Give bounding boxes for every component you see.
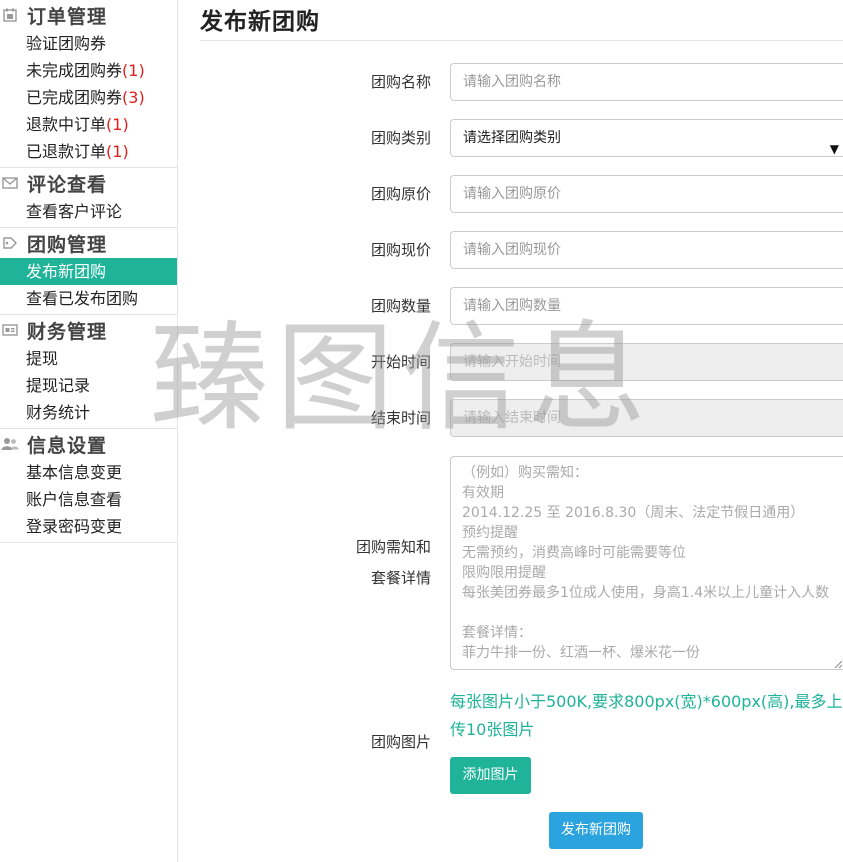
notes-placeholder-line: （例如）购买需知： [462,465,588,481]
category-label: 团购类别 [370,129,431,147]
notes-placeholder-line: 有效期 [462,485,504,501]
sidebar-item[interactable]: 退款中订单(1) [0,111,177,138]
envelope-icon [1,176,19,190]
sidebar-item[interactable]: 查看已发布团购 [0,285,177,312]
name-label: 团购名称 [370,73,431,91]
sidebar-group-spacer [0,540,177,542]
sidebar-item-count: (1) [106,142,129,161]
notes-label-line1: 团购需知和 [355,538,431,556]
sidebar: 订单管理 验证团购券 未完成团购券(1) 已完成团购券(3) 退款中订单(1) 已退款订单… [0,0,178,862]
sidebar-group-spacer [0,165,177,167]
notes-placeholder-line: 2014.12.25 至 2016.8.30（周末、法定节假日通用） [462,505,805,521]
original-price-label: 团购原价 [370,185,431,203]
sidebar-group: 评论查看查看客户评论 [0,168,177,228]
resize-handle-icon[interactable] [834,660,842,668]
sidebar-item[interactable]: 登录密码变更 [0,513,177,540]
sidebar-item-count: (3) [122,88,145,107]
sidebar-item[interactable]: 已退款订单(1) [0,138,177,165]
sidebar-item[interactable]: 发布新团购 [0,258,177,285]
sidebar-group-spacer [0,225,177,227]
sidebar-item-label: 验证团购券 [26,34,107,53]
notes-placeholder-line: 无需预约，消费高峰时可能需要等位 [462,545,686,561]
sidebar-item-label: 财务统计 [26,403,91,422]
quantity-input[interactable]: 请输入团购数量 [450,287,843,325]
quantity-label: 团购数量 [370,297,431,315]
current-price-input[interactable]: 请输入团购现价 [450,231,843,269]
notes-placeholder-line: 每张美团券最多1位成人使用，身高1.4米以上儿童计入人数 [462,585,830,601]
image-upload-hint: 每张图片小于500K,要求800px(宽)*600px(高),最多上传10张图片 [450,692,843,739]
money-icon [1,323,19,337]
sidebar-item-label: 登录密码变更 [26,517,123,536]
images-label: 团购图片 [370,733,431,751]
sidebar-item[interactable]: 已完成团购券(3) [0,84,177,111]
sidebar-group-spacer [0,312,177,314]
sidebar-item-count: (1) [106,115,129,134]
sidebar-item-label: 提现 [26,349,59,368]
sidebar-item[interactable]: 验证团购券 [0,30,177,57]
notes-placeholder-line: 限购限用提醒 [462,565,546,581]
add-image-button[interactable]: 添加图片 [450,757,531,794]
sidebar-item-label: 基本信息变更 [26,463,123,482]
notes-placeholder-line: 套餐详情： [462,625,532,641]
tag-icon [1,236,19,250]
start-time-input[interactable]: 请输入开始时间 [450,343,843,381]
sidebar-group: 订单管理 验证团购券 未完成团购券(1) 已完成团购券(3) 退款中订单(1) 已退款订单… [0,0,177,168]
sidebar-group-header: 订单管理 [0,0,177,30]
sidebar-group: 财务管理提现提现记录财务统计 [0,315,177,429]
start-time-label: 开始时间 [370,353,431,371]
sidebar-item[interactable]: 财务统计 [0,399,177,426]
original-price-input[interactable]: 请输入团购原价 [450,175,843,213]
notes-label-line2: 套餐详情 [370,569,431,587]
notes-placeholder-line [462,603,832,623]
name-input[interactable]: 请输入团购名称 [450,63,843,101]
sidebar-group-header: 团购管理 [0,228,177,258]
sidebar-item-label: 退款中订单 [26,115,107,134]
sidebar-item[interactable]: 未完成团购券(1) [0,57,177,84]
sidebar-item[interactable]: 基本信息变更 [0,459,177,486]
sidebar-item-label: 查看客户评论 [26,202,123,221]
notes-placeholder-line: 菲力牛排一份、红酒一杯、爆米花一份 [462,645,700,661]
page-title: 发布新团购 [200,8,320,35]
sidebar-item-label: 已完成团购券 [26,88,123,107]
sidebar-group: 信息设置基本信息变更 账户信息查看 登录密码变更 [0,429,177,543]
caret-down-icon: ▼ [829,142,839,156]
sidebar-item[interactable]: 提现记录 [0,372,177,399]
current-price-label: 团购现价 [370,241,431,259]
sidebar-item-label: 提现记录 [26,376,91,395]
sidebar-item[interactable]: 账户信息查看 [0,486,177,513]
sidebar-item[interactable]: 查看客户评论 [0,198,177,225]
submit-button[interactable]: 发布新团购 [549,812,643,849]
sidebar-item-label: 发布新团购 [26,262,107,281]
main-content: 发布新团购 团购名称 请输入团购名称 团购类别 请选择团购类别 ▼ 团购原价 请… [178,0,843,862]
sidebar-item[interactable]: 提现 [0,345,177,372]
category-select[interactable]: 请选择团购类别 ▼ [450,119,843,157]
sidebar-group-title: 团购管理 [27,233,108,256]
calendar-icon [1,8,19,22]
end-time-label: 结束时间 [370,409,431,427]
sidebar-item-count: (1) [122,61,145,80]
notes-placeholder-line: 预约提醒 [462,525,518,541]
sidebar-group-title: 订单管理 [27,5,108,28]
users-icon [1,437,19,451]
sidebar-group-header: 评论查看 [0,168,177,198]
sidebar-item-label: 查看已发布团购 [26,289,139,308]
sidebar-item-label: 未完成团购券 [26,61,123,80]
end-time-input[interactable]: 请输入结束时间 [450,399,843,437]
sidebar-group-header: 信息设置 [0,429,177,459]
sidebar-group-title: 评论查看 [27,173,108,196]
sidebar-group-header: 财务管理 [0,315,177,345]
notes-textarea[interactable]: （例如）购买需知： 有效期 2014.12.25 至 2016.8.30（周末、法定… [450,456,843,670]
category-selected: 请选择团购类别 [463,130,561,146]
sidebar-group: 团购管理发布新团购查看已发布团购 [0,228,177,315]
sidebar-group-spacer [0,426,177,428]
sidebar-group-title: 财务管理 [27,320,108,343]
sidebar-group-title: 信息设置 [27,434,108,457]
title-divider [200,40,843,41]
sidebar-item-label: 账户信息查看 [26,490,123,509]
sidebar-item-label: 已退款订单 [26,142,107,161]
